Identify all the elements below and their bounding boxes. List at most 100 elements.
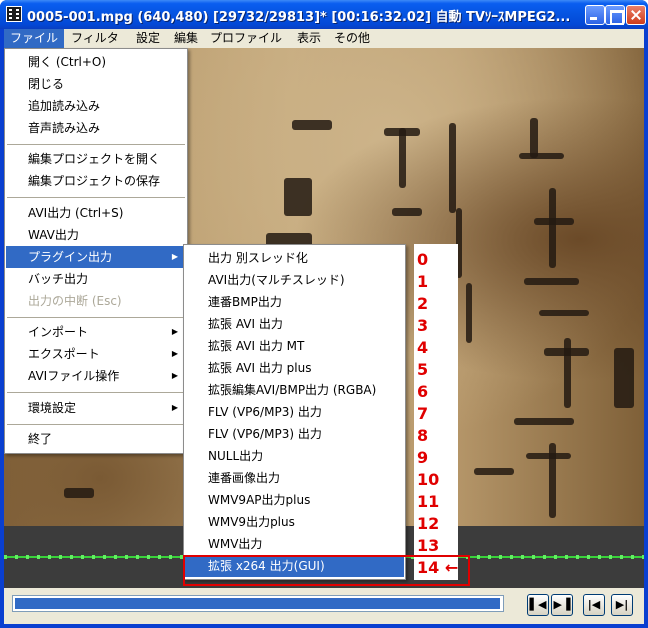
plugin-output-submenu: 出力 別スレッド化 AVI出力(マルチスレッド) 連番BMP出力 拡張 AVI … bbox=[183, 244, 406, 580]
menu-item-import-label: インポート bbox=[28, 325, 89, 339]
menu-item-preferences-label: 環境設定 bbox=[28, 401, 77, 415]
minimize-button[interactable] bbox=[585, 5, 605, 25]
plugin-item[interactable]: AVI出力(マルチスレッド) bbox=[185, 269, 404, 291]
annotation-number: 8 bbox=[417, 426, 429, 445]
plugin-item[interactable]: WMV9AP出力plus bbox=[185, 489, 404, 511]
menu-item-open-project[interactable]: 編集プロジェクトを開く bbox=[6, 148, 186, 170]
submenu-arrow-icon: ▶ bbox=[171, 349, 178, 358]
menu-item-save-project[interactable]: 編集プロジェクトの保存 bbox=[6, 170, 186, 192]
annotation-number: 10 bbox=[417, 470, 440, 489]
plugin-item[interactable]: NULL出力 bbox=[185, 445, 404, 467]
annotation-number: 12 bbox=[417, 514, 440, 533]
menu-item-exit[interactable]: 終了 bbox=[6, 428, 186, 450]
menu-item-avi-output[interactable]: AVI出力 (Ctrl+S) bbox=[6, 202, 186, 224]
calligraphy-stroke bbox=[549, 443, 556, 518]
submenu-arrow-icon: ▶ bbox=[171, 327, 178, 336]
calligraphy-stroke bbox=[466, 283, 472, 343]
plugin-item[interactable]: 連番画像出力 bbox=[185, 467, 404, 489]
calligraphy-stroke bbox=[392, 208, 422, 216]
calligraphy-stroke bbox=[399, 128, 406, 188]
plugin-item[interactable]: WMV出力 bbox=[185, 533, 404, 555]
calligraphy-stroke bbox=[292, 120, 332, 130]
menu-item-plugin-output[interactable]: プラグイン出力 ▶ bbox=[6, 246, 186, 268]
annotation-number: 11 bbox=[417, 492, 440, 511]
menu-filter[interactable]: フィルタ bbox=[65, 29, 125, 48]
menu-file[interactable]: ファイル bbox=[4, 29, 65, 48]
annotation-number: 1 bbox=[417, 272, 429, 291]
menu-item-import[interactable]: インポート ▶ bbox=[6, 321, 186, 343]
prev-frame-button[interactable]: ▌◀ bbox=[527, 594, 549, 616]
annotation-number: 2 bbox=[417, 294, 429, 313]
calligraphy-stroke bbox=[514, 418, 574, 425]
annotation-number: 7 bbox=[417, 404, 429, 423]
calligraphy-stroke bbox=[519, 153, 564, 159]
menu-separator bbox=[7, 317, 185, 318]
calligraphy-stroke bbox=[474, 468, 514, 475]
plugin-item[interactable]: 拡張 AVI 出力 bbox=[185, 313, 404, 335]
plugin-item[interactable]: 出力 別スレッド化 bbox=[185, 247, 404, 269]
annotation-number: 9 bbox=[417, 448, 429, 467]
menu-item-open[interactable]: 開く (Ctrl+O) bbox=[6, 51, 186, 73]
menu-item-avi-file-ops[interactable]: AVIファイル操作 ▶ bbox=[6, 365, 186, 387]
menu-other[interactable]: その他 bbox=[328, 29, 376, 48]
annotation-number: 0 bbox=[417, 250, 429, 269]
calligraphy-stroke bbox=[530, 118, 538, 158]
window-title: 0005-001.mpg (640,480) [29732/29813]* [0… bbox=[27, 10, 571, 25]
calligraphy-stroke bbox=[449, 123, 456, 213]
next-frame-button[interactable]: ▶▐ bbox=[551, 594, 573, 616]
last-frame-icon: ▶| bbox=[615, 598, 629, 611]
calligraphy-stroke bbox=[524, 278, 579, 285]
menu-item-append[interactable]: 追加読み込み bbox=[6, 95, 186, 117]
playback-controls: ▌◀ ▶▐ |◀ ▶| bbox=[4, 588, 644, 624]
plugin-item[interactable]: 拡張 AVI 出力 plus bbox=[185, 357, 404, 379]
annotation-highlight-box bbox=[183, 555, 470, 586]
annotation-number: 6 bbox=[417, 382, 429, 401]
menu-item-avi-file-ops-label: AVIファイル操作 bbox=[28, 369, 120, 383]
last-frame-button[interactable]: ▶| bbox=[611, 594, 633, 616]
menu-separator bbox=[7, 424, 185, 425]
plugin-item[interactable]: 拡張 AVI 出力 MT bbox=[185, 335, 404, 357]
menu-view[interactable]: 表示 bbox=[291, 29, 327, 48]
seek-bar-fill bbox=[15, 598, 500, 609]
menu-item-close[interactable]: 閉じる bbox=[6, 73, 186, 95]
menu-item-export[interactable]: エクスポート ▶ bbox=[6, 343, 186, 365]
menubar: ファイル フィルタ 設定 編集 プロファイル 表示 その他 bbox=[4, 29, 644, 48]
maximize-button[interactable] bbox=[605, 5, 625, 25]
plugin-item[interactable]: WMV9出力plus bbox=[185, 511, 404, 533]
menu-separator bbox=[7, 197, 185, 198]
calligraphy-stroke bbox=[614, 348, 634, 408]
close-button[interactable] bbox=[626, 5, 646, 25]
submenu-arrow-icon: ▶ bbox=[171, 252, 178, 261]
menu-settings[interactable]: 設定 bbox=[130, 29, 166, 48]
calligraphy-stroke bbox=[539, 310, 589, 316]
menu-edit[interactable]: 編集 bbox=[168, 29, 204, 48]
calligraphy-stroke bbox=[549, 188, 556, 268]
seek-bar[interactable] bbox=[12, 595, 504, 612]
menu-item-plugin-output-label: プラグイン出力 bbox=[28, 250, 113, 264]
menu-item-preferences[interactable]: 環境設定 ▶ bbox=[6, 397, 186, 419]
file-menu: 開く (Ctrl+O) 閉じる 追加読み込み 音声読み込み 編集プロジェクトを開… bbox=[4, 48, 188, 454]
first-frame-button[interactable]: |◀ bbox=[583, 594, 605, 616]
annotation-number: 3 bbox=[417, 316, 429, 335]
plugin-item[interactable]: FLV (VP6/MP3) 出力 bbox=[185, 423, 404, 445]
title-bar[interactable]: 0005-001.mpg (640,480) [29732/29813]* [0… bbox=[0, 0, 648, 29]
plugin-item[interactable]: FLV (VP6/MP3) 出力 bbox=[185, 401, 404, 423]
calligraphy-stroke bbox=[284, 178, 312, 216]
menu-profile[interactable]: プロファイル bbox=[204, 29, 288, 48]
menu-item-abort-output: 出力の中断 (Esc) bbox=[28, 294, 122, 308]
submenu-arrow-icon: ▶ bbox=[171, 371, 178, 380]
calligraphy-stroke bbox=[64, 488, 94, 498]
annotation-number: 13 bbox=[417, 536, 440, 555]
menu-item-audio-load[interactable]: 音声読み込み bbox=[6, 117, 186, 139]
plugin-item[interactable]: 連番BMP出力 bbox=[185, 291, 404, 313]
next-frame-icon: ▶▐ bbox=[553, 598, 571, 611]
plugin-item[interactable]: 拡張編集AVI/BMP出力 (RGBA) bbox=[185, 379, 404, 401]
menu-item-export-label: エクスポート bbox=[28, 347, 100, 361]
menu-item-batch-output[interactable]: バッチ出力 bbox=[6, 268, 186, 290]
app-icon[interactable] bbox=[6, 6, 22, 22]
annotation-number-column: 0 1 2 3 4 5 6 7 8 9 10 11 12 13 14 ← bbox=[414, 244, 458, 580]
submenu-arrow-icon: ▶ bbox=[171, 403, 178, 412]
menu-separator bbox=[7, 144, 185, 145]
calligraphy-stroke bbox=[564, 338, 571, 408]
menu-item-wav-output[interactable]: WAV出力 bbox=[6, 224, 186, 246]
